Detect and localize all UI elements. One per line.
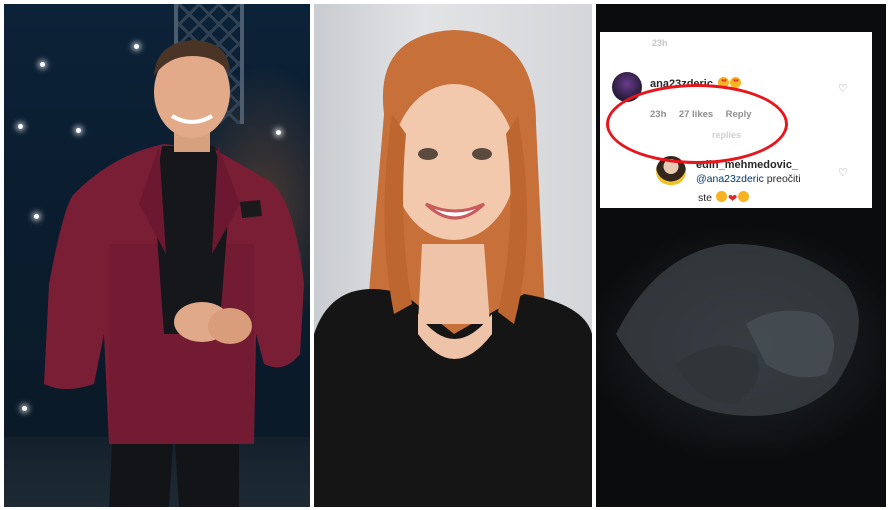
comment-screenshot-photo: 23h ana23zderic 23h 27 likes Reply ♡ <box>596 4 886 507</box>
stage-photo <box>4 4 310 507</box>
like-heart-icon[interactable]: ♡ <box>838 166 848 179</box>
like-heart-icon[interactable]: ♡ <box>838 82 848 95</box>
woman-figure <box>314 30 592 507</box>
selfie-photo <box>314 4 592 507</box>
photo-collage: 23h ana23zderic 23h 27 likes Reply ♡ <box>0 0 890 510</box>
instagram-comment-card: 23h ana23zderic 23h 27 likes Reply ♡ <box>600 32 872 208</box>
comment-text: preočiti <box>766 173 801 185</box>
laughing-crying-emoji-icon <box>715 191 727 202</box>
faded-time-label: 23h <box>652 38 668 48</box>
red-highlight-circle <box>606 84 788 164</box>
man-figure <box>44 40 304 507</box>
red-heart-emoji-icon: ❤ <box>727 193 738 205</box>
mention-link[interactable]: @ana23zderic <box>696 173 764 185</box>
comment-text-line2: ste <box>698 192 713 204</box>
laughing-crying-emoji-icon <box>738 191 750 202</box>
